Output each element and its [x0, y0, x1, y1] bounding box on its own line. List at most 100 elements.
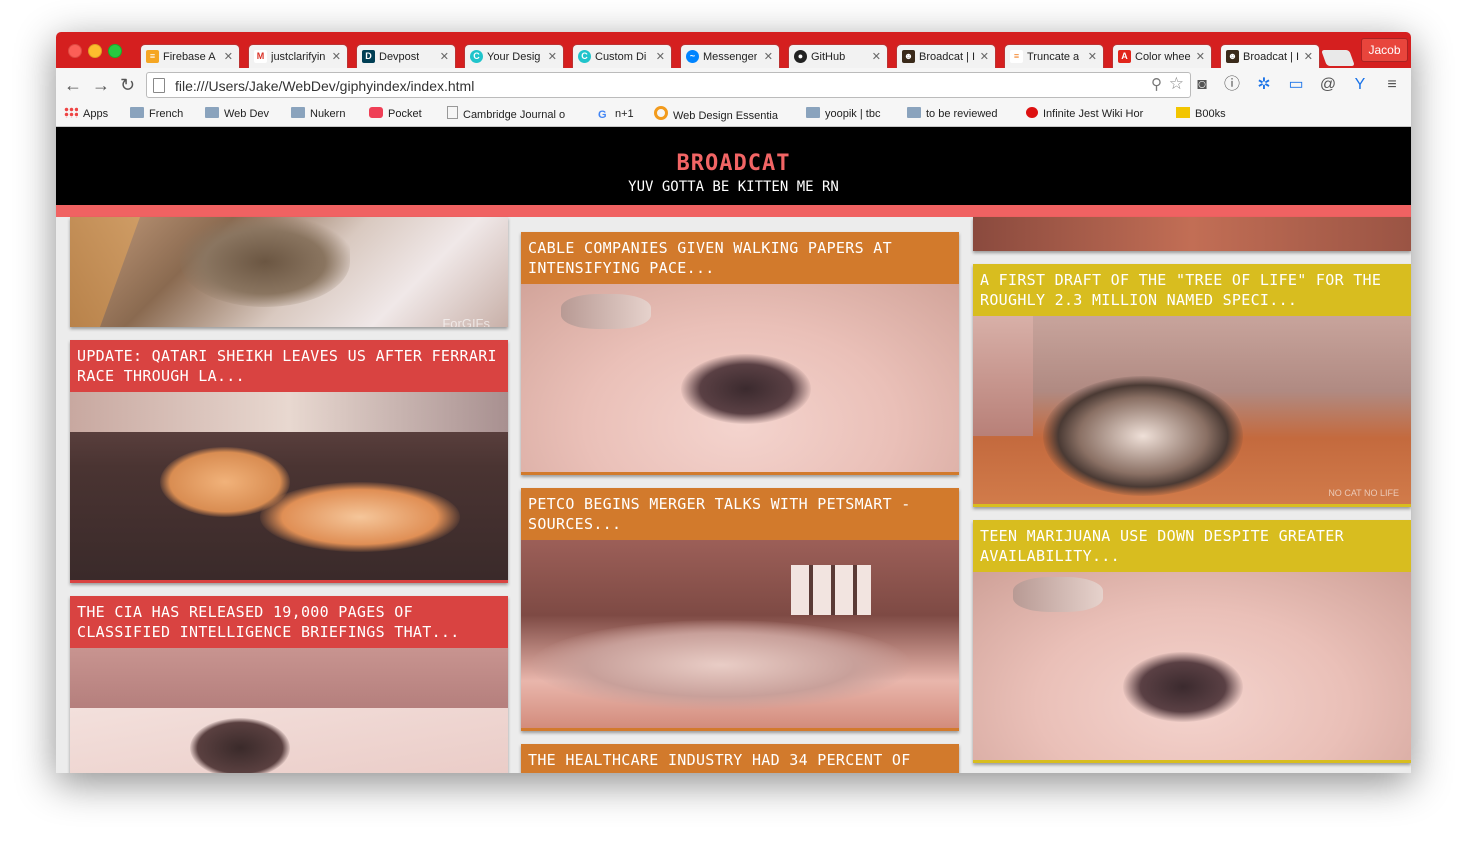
- minimize-window-button[interactable]: [88, 44, 102, 58]
- forward-arrow-icon[interactable]: →: [92, 74, 110, 96]
- card-caption: CABLE COMPANIES GIVEN WALKING PAPERS AT …: [528, 239, 892, 277]
- tab-messenger[interactable]: ~ Messenger ✕: [680, 44, 780, 68]
- close-tab-icon[interactable]: ✕: [1196, 45, 1205, 68]
- bookmark-n1[interactable]: Gn+1: [598, 106, 634, 122]
- gif-card-9[interactable]: TEEN MARIJUANA USE DOWN DESPITE GREATER …: [973, 520, 1411, 763]
- card-caption: THE HEALTHCARE INDUSTRY HAD 34 PERCENT O…: [528, 751, 911, 769]
- close-tab-icon[interactable]: ✕: [1088, 45, 1097, 68]
- back-arrow-icon[interactable]: ←: [64, 74, 82, 96]
- tab-github[interactable]: ● GitHub ✕: [788, 44, 888, 68]
- bookmark-apps[interactable]: Apps: [64, 106, 108, 122]
- gif-card-3[interactable]: THE CIA HAS RELEASED 19,000 PAGES OF CLA…: [70, 596, 508, 773]
- tab-adobe-color[interactable]: A Color whee ✕: [1112, 44, 1212, 68]
- pocket-icon[interactable]: ◙: [1192, 75, 1212, 95]
- close-window-button[interactable]: [68, 44, 82, 58]
- watermark: NO CAT NO LIFE: [1328, 488, 1399, 498]
- close-tab-icon[interactable]: ✕: [872, 45, 881, 68]
- close-tab-icon[interactable]: ✕: [332, 45, 341, 68]
- stackoverflow-icon: ≡: [1010, 50, 1023, 63]
- bookmark-books[interactable]: B00ks: [1176, 106, 1226, 122]
- info-icon[interactable]: ⓘ: [1222, 75, 1242, 95]
- folder-icon: [205, 107, 219, 118]
- apps-grid-icon: [64, 107, 78, 118]
- maximize-window-button[interactable]: [108, 44, 122, 58]
- messenger-icon: ~: [686, 50, 699, 63]
- bookmark-web-design[interactable]: Web Design Essentia: [654, 106, 778, 124]
- cat-gif-image: [973, 572, 1411, 760]
- cat-gif-image: NO CAT NO LIFE: [973, 316, 1411, 504]
- google-icon: G: [598, 109, 607, 121]
- watermark: ForGIFs: [442, 316, 490, 327]
- cat-gif-image: [973, 217, 1411, 251]
- cat-gif-image: [521, 284, 959, 472]
- close-tab-icon[interactable]: ✕: [764, 45, 773, 68]
- gif-card-6[interactable]: THE HEALTHCARE INDUSTRY HAD 34 PERCENT O…: [521, 744, 959, 773]
- bookmark-french[interactable]: French: [130, 106, 183, 122]
- adobe-icon: A: [1118, 50, 1131, 63]
- gear-icon[interactable]: ✲: [1254, 75, 1274, 95]
- gif-card-1[interactable]: ForGIFs: [70, 217, 508, 327]
- tab-broadcat-active[interactable]: ☻ Broadcat | I ✕: [1220, 44, 1320, 68]
- screenshot-icon[interactable]: ▭: [1286, 75, 1306, 95]
- folder-icon: [907, 107, 921, 118]
- balloon-icon: [1026, 107, 1038, 118]
- gif-card-7[interactable]: [973, 217, 1411, 251]
- broadcat-icon: ☻: [902, 50, 915, 63]
- url-input[interactable]: [173, 75, 1137, 97]
- bookmark-infinite-jest[interactable]: Infinite Jest Wiki Hor: [1026, 106, 1143, 122]
- profile-button[interactable]: Jacob: [1361, 38, 1408, 62]
- close-tab-icon[interactable]: ✕: [656, 45, 665, 68]
- folder-icon: [291, 107, 305, 118]
- close-tab-icon[interactable]: ✕: [1304, 45, 1313, 68]
- bookmark-cambridge[interactable]: Cambridge Journal o: [447, 106, 565, 123]
- menu-icon[interactable]: ≡: [1382, 75, 1402, 95]
- card-caption: TEEN MARIJUANA USE DOWN DESPITE GREATER …: [980, 527, 1344, 565]
- bookmark-nukern[interactable]: Nukern: [291, 106, 345, 122]
- site-subtitle: YUV GOTTA BE KITTEN ME RN: [628, 179, 839, 195]
- reload-icon[interactable]: ↻: [120, 74, 135, 96]
- bookmark-star-icon[interactable]: ☆: [1169, 74, 1184, 94]
- bookmark-to-be-reviewed[interactable]: to be reviewed: [907, 106, 998, 122]
- books-icon: [1176, 107, 1190, 118]
- card-caption: A FIRST DRAFT OF THE "TREE OF LIFE" FOR …: [980, 271, 1382, 309]
- gif-card-5[interactable]: PETCO BEGINS MERGER TALKS WITH PETSMART …: [521, 488, 959, 731]
- bookmark-yoopik[interactable]: yoopik | tbc: [806, 106, 880, 122]
- page-content: BROADCAT YUV GOTTA BE KITTEN ME RN ForGI…: [56, 127, 1411, 773]
- broadcat-icon: ☻: [1226, 50, 1239, 63]
- close-tab-icon[interactable]: ✕: [548, 45, 557, 68]
- search-icon[interactable]: ⚲: [1151, 75, 1162, 93]
- tab-broadcat-1[interactable]: ☻ Broadcat | I ✕: [896, 44, 996, 68]
- tab-firebase[interactable]: ≡ Firebase A ✕: [140, 44, 240, 68]
- at-icon[interactable]: @: [1318, 75, 1338, 95]
- tab-devpost[interactable]: D Devpost ✕: [356, 44, 456, 68]
- bookmark-pocket[interactable]: Pocket: [369, 106, 422, 122]
- tab-gmail[interactable]: M justclarifyin ✕: [248, 44, 348, 68]
- tab-canva-custom[interactable]: C Custom Di ✕: [572, 44, 672, 68]
- close-tab-icon[interactable]: ✕: [440, 45, 449, 68]
- folder-icon: [806, 107, 820, 118]
- site-title: BROADCAT: [676, 151, 791, 176]
- firebase-icon: ≡: [146, 50, 159, 63]
- bookmark-web-dev[interactable]: Web Dev: [205, 106, 269, 122]
- folder-icon: [130, 107, 144, 118]
- gif-card-4[interactable]: CABLE COMPANIES GIVEN WALKING PAPERS AT …: [521, 232, 959, 475]
- close-tab-icon[interactable]: ✕: [980, 45, 989, 68]
- card-caption: UPDATE: QATARI SHEIKH LEAVES US AFTER FE…: [77, 347, 497, 385]
- browser-toolbar: ← → ↻ ⚲ ☆ ◙ ⓘ ✲ ▭ @ Y ≡: [56, 68, 1411, 102]
- tab-canva-design[interactable]: C Your Desig ✕: [464, 44, 564, 68]
- canva-icon: C: [578, 50, 591, 63]
- extension-icon[interactable]: Y: [1350, 75, 1370, 95]
- gif-card-2[interactable]: UPDATE: QATARI SHEIKH LEAVES US AFTER FE…: [70, 340, 508, 583]
- tab-strip: ≡ Firebase A ✕ M justclarifyin ✕ D Devpo…: [56, 32, 1411, 68]
- canva-icon: C: [470, 50, 483, 63]
- page-icon: [153, 78, 165, 93]
- tab-stackoverflow[interactable]: ≡ Truncate a ✕: [1004, 44, 1104, 68]
- gif-card-8[interactable]: A FIRST DRAFT OF THE "TREE OF LIFE" FOR …: [973, 264, 1411, 507]
- pocket-icon: [369, 107, 383, 118]
- address-bar[interactable]: ⚲ ☆: [146, 72, 1191, 98]
- close-tab-icon[interactable]: ✕: [224, 45, 233, 68]
- new-tab-button[interactable]: [1321, 50, 1355, 66]
- devpost-icon: D: [362, 50, 375, 63]
- cat-gif-image: ForGIFs: [70, 217, 508, 327]
- card-caption: PETCO BEGINS MERGER TALKS WITH PETSMART …: [528, 495, 911, 533]
